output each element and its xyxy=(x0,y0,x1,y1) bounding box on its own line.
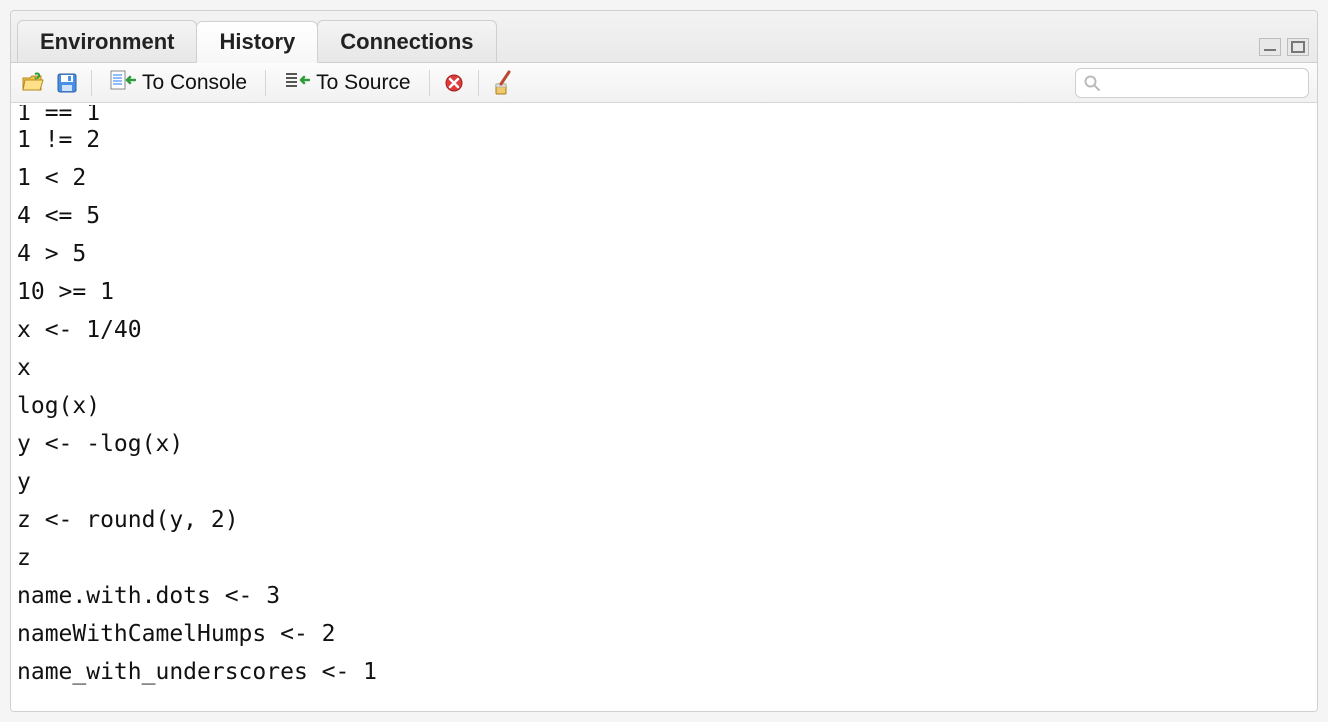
history-entry[interactable]: name_with_underscores <- 1 xyxy=(15,653,1313,691)
history-panel: Environment History Connections xyxy=(10,10,1318,712)
history-content[interactable]: 1 == 1 1 != 2 1 < 2 4 <= 5 4 > 5 10 >= 1… xyxy=(11,103,1317,711)
tabs: Environment History Connections xyxy=(17,11,496,62)
to-console-button[interactable]: To Console xyxy=(102,67,255,99)
history-entry[interactable]: 1 == 1 xyxy=(15,105,1313,121)
search-wrap xyxy=(1075,68,1309,98)
to-source-button[interactable]: To Source xyxy=(276,67,419,99)
maximize-button[interactable] xyxy=(1287,38,1309,56)
tab-environment[interactable]: Environment xyxy=(17,20,197,62)
history-entry[interactable]: y <- -log(x) xyxy=(15,425,1313,463)
save-icon[interactable] xyxy=(53,69,81,97)
history-entry[interactable]: 1 != 2 xyxy=(15,121,1313,159)
history-entry[interactable]: name.with.dots <- 3 xyxy=(15,577,1313,615)
window-controls xyxy=(1259,38,1309,62)
toolbar: To Console To Source xyxy=(11,63,1317,103)
history-entry[interactable]: 4 <= 5 xyxy=(15,197,1313,235)
history-entry[interactable]: log(x) xyxy=(15,387,1313,425)
history-entry[interactable]: x <- 1/40 xyxy=(15,311,1313,349)
tab-label: History xyxy=(219,29,295,55)
history-entry[interactable]: x xyxy=(15,349,1313,387)
minimize-button[interactable] xyxy=(1259,38,1281,56)
separator xyxy=(91,70,92,96)
tab-label: Connections xyxy=(340,29,473,55)
separator xyxy=(478,70,479,96)
remove-entry-icon[interactable] xyxy=(440,69,468,97)
history-entry[interactable]: z <- round(y, 2) xyxy=(15,501,1313,539)
separator xyxy=(265,70,266,96)
tab-history[interactable]: History xyxy=(196,21,318,63)
tabs-row: Environment History Connections xyxy=(11,11,1317,63)
separator xyxy=(429,70,430,96)
search-input[interactable] xyxy=(1075,68,1309,98)
tab-connections[interactable]: Connections xyxy=(317,20,496,62)
history-entry[interactable]: z xyxy=(15,539,1313,577)
history-entry[interactable]: 1 < 2 xyxy=(15,159,1313,197)
to-source-label: To Source xyxy=(316,71,411,95)
to-console-icon xyxy=(110,69,136,97)
history-entry[interactable]: 4 > 5 xyxy=(15,235,1313,273)
open-folder-icon[interactable] xyxy=(19,69,47,97)
tab-label: Environment xyxy=(40,29,174,55)
history-entry[interactable]: 10 >= 1 xyxy=(15,273,1313,311)
history-entry[interactable]: y xyxy=(15,463,1313,501)
to-source-icon xyxy=(284,69,310,97)
history-entry[interactable]: nameWithCamelHumps <- 2 xyxy=(15,615,1313,653)
to-console-label: To Console xyxy=(142,71,247,95)
clear-history-icon[interactable] xyxy=(489,69,517,97)
